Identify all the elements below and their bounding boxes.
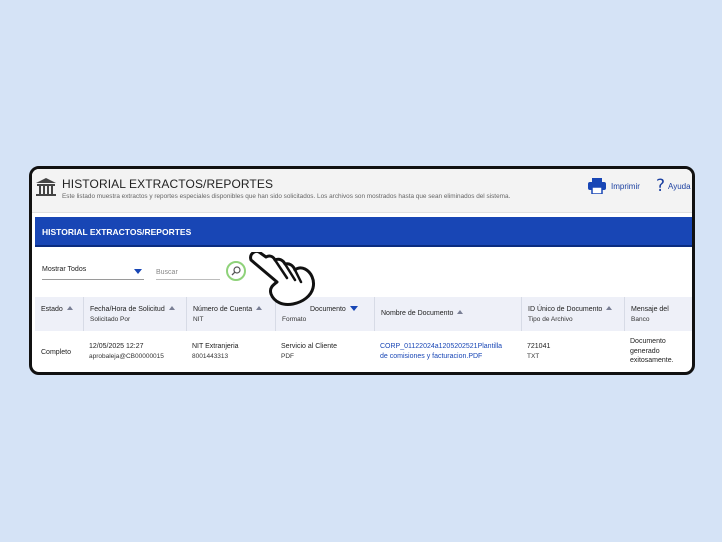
show-filter-select[interactable]: Mostrar Todos	[42, 265, 144, 280]
column-header-documento[interactable]: Documento Formato	[275, 297, 374, 331]
documento-value: Servicio al Cliente	[281, 343, 338, 350]
document-link[interactable]: CORP_01122024a1205202521Plantilla de com…	[380, 342, 502, 361]
help-label: Ayuda	[668, 181, 691, 191]
fecha-value: 12/05/2025 12:27	[89, 343, 144, 350]
column-label: Estado	[41, 306, 63, 313]
id-unico-value: 721041	[527, 343, 551, 350]
formato-value: PDF	[281, 352, 294, 360]
column-label: ID Único de Documento	[528, 306, 603, 313]
section-title: HISTORIAL EXTRACTOS/REPORTES	[42, 227, 192, 237]
show-filter-value: Mostrar Todos	[42, 266, 87, 273]
sort-asc-icon	[66, 306, 73, 310]
mensaje-line-2: generado	[630, 347, 660, 355]
nit-value: 8001443313	[192, 352, 229, 360]
print-button[interactable]: Imprimir	[588, 178, 640, 194]
mensaje-line-3: exitosamente.	[630, 357, 674, 364]
cell-id: 721041 TXT	[527, 342, 550, 361]
document-name-line-1: CORP_01122024a1205202521Plantilla	[380, 343, 503, 350]
column-sublabel: NIT	[193, 316, 204, 323]
sort-asc-icon	[457, 310, 464, 314]
tipo-archivo-value: TXT	[527, 352, 540, 360]
cell-cuenta: NIT Extranjeria 8001443313	[192, 342, 239, 361]
column-sublabel: Formato	[282, 316, 307, 323]
app-window: HISTORIAL EXTRACTOS/REPORTES Este listad…	[29, 166, 695, 375]
column-header-fecha[interactable]: Fecha/Hora de Solicitud Solicitado Por	[83, 297, 186, 331]
page-header: HISTORIAL EXTRACTOS/REPORTES Este listad…	[32, 169, 692, 213]
column-header-nombre[interactable]: Nombre de Documento	[374, 297, 521, 331]
mensaje-line-1: Documento	[630, 338, 666, 345]
page-description: Este listado muestra extractos y reporte…	[62, 193, 511, 200]
sort-desc-icon	[349, 306, 358, 311]
cell-mensaje: Documento generado exitosamente.	[630, 337, 674, 366]
table-row: Completo 12/05/2025 12:27 aprobaleja@CB0…	[35, 332, 692, 372]
column-sublabel: Solicitado Por	[90, 316, 131, 323]
printer-icon	[588, 178, 606, 194]
column-header-id[interactable]: ID Único de Documento Tipo de Archivo	[521, 297, 624, 331]
cuenta-value: NIT Extranjeria	[192, 343, 239, 350]
cell-documento: Servicio al Cliente PDF	[281, 342, 337, 361]
cell-fecha: 12/05/2025 12:27 aprobaleja@CB00000015	[89, 342, 164, 361]
print-label: Imprimir	[611, 181, 640, 191]
help-icon: ?	[656, 176, 666, 196]
search-button[interactable]	[226, 261, 246, 281]
document-name-line-2: de comisiones y facturacion.PDF	[380, 352, 483, 360]
solicitado-por-value: aprobaleja@CB00000015	[89, 352, 164, 360]
chevron-down-icon	[134, 269, 142, 274]
sort-asc-icon	[168, 306, 175, 310]
column-header-mensaje[interactable]: Mensaje del Banco	[624, 297, 692, 331]
search-input[interactable]	[156, 265, 220, 280]
column-label: Mensaje del	[631, 306, 669, 313]
sort-asc-icon	[606, 306, 613, 310]
search-icon	[231, 266, 241, 276]
sort-asc-icon	[256, 306, 263, 310]
bank-icon	[36, 178, 56, 196]
column-label: Nombre de Documento	[381, 310, 454, 317]
column-sublabel: Banco	[631, 316, 650, 323]
cell-estado: Completo	[41, 349, 71, 356]
column-header-estado[interactable]: Estado	[35, 297, 83, 331]
column-label: Número de Cuenta	[193, 306, 253, 313]
column-header-cuenta[interactable]: Número de Cuenta NIT	[186, 297, 275, 331]
section-header: HISTORIAL EXTRACTOS/REPORTES	[35, 217, 692, 247]
page-title: HISTORIAL EXTRACTOS/REPORTES	[62, 177, 274, 191]
column-label: Documento	[310, 306, 346, 313]
column-label: Fecha/Hora de Solicitud	[90, 306, 165, 313]
help-button[interactable]: ? Ayuda	[656, 177, 691, 195]
table-header: Estado Fecha/Hora de Solicitud Solicitad…	[35, 297, 692, 331]
column-sublabel: Tipo de Archivo	[528, 316, 573, 323]
